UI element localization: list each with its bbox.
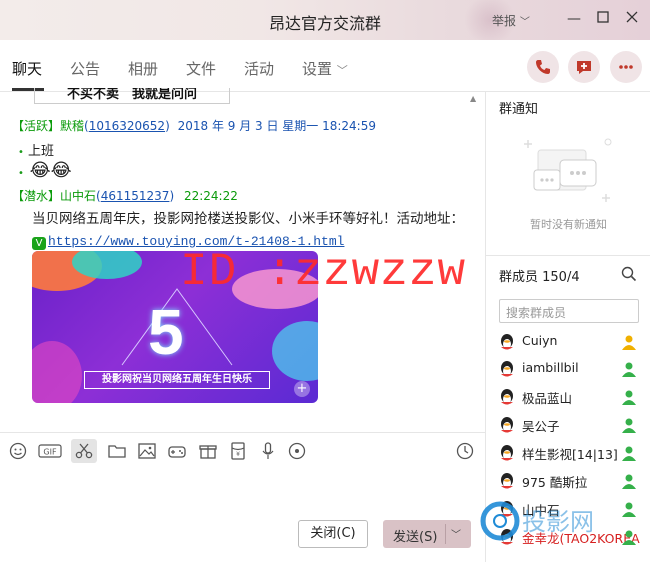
send-button[interactable]: 发送(S) ﹀ (383, 520, 471, 548)
sender-name[interactable]: 山中石 (60, 189, 96, 203)
member-badge: 【活跃】 (12, 119, 61, 133)
svg-text:投影网: 投影网 (522, 508, 594, 536)
tab-activity[interactable]: 活动 (244, 58, 274, 79)
scroll-up-arrow-icon[interactable]: ▲ (470, 94, 476, 103)
report-button[interactable]: 举报 ﹀ (492, 12, 530, 29)
empty-notice-text: 暂时没有新通知 (530, 218, 607, 231)
message-time: 22:24:22 (183, 189, 238, 203)
chevron-down-icon[interactable]: ﹀ (451, 526, 461, 541)
microphone-icon[interactable] (258, 441, 278, 461)
voice-icon[interactable] (287, 441, 307, 461)
message-emoji-line: • 😂😂 (18, 160, 72, 181)
gif-icon[interactable]: GIF (38, 441, 62, 461)
anniversary-number: 5 (148, 296, 184, 368)
tab-settings[interactable]: 设置 ﹀ (302, 58, 348, 79)
message-header: 【潜水】山中石(461151237) 22:24:22 (12, 189, 238, 203)
sender-qq[interactable]: 461151237 (101, 189, 170, 203)
message-header: 【活跃】默稽(1016320652) 2018 年 9 月 3 日 星期一 18… (12, 119, 376, 133)
member-badge-icon (622, 446, 636, 461)
member-row[interactable]: 样生影视[14|13] (498, 442, 638, 464)
qq-penguin-avatar-icon (501, 473, 513, 489)
verified-link-icon: V (32, 237, 46, 250)
more-button[interactable] (610, 51, 642, 83)
minimize-icon[interactable]: — (565, 10, 583, 28)
member-badge-icon (622, 418, 636, 433)
svg-text:¥: ¥ (236, 451, 240, 458)
red-packet-icon[interactable]: ¥ (228, 441, 248, 461)
add-app-button[interactable] (568, 51, 600, 83)
member-name: 样生影视[14|13] (522, 447, 618, 462)
member-name: 极品蓝山 (522, 391, 573, 406)
qq-penguin-avatar-icon (501, 417, 513, 433)
member-badge: 【潜水】 (12, 189, 61, 203)
id-watermark: ID :zzwzzw (180, 246, 467, 298)
member-name: iambillbil (522, 360, 579, 375)
member-name: 975 酷斯拉 (522, 475, 588, 490)
gift-icon[interactable] (198, 441, 218, 461)
touying-logo-watermark: 投影网 (480, 501, 594, 541)
more-dots-icon (619, 65, 633, 69)
member-badge-icon (622, 362, 636, 377)
clock-icon[interactable] (455, 441, 475, 461)
members-count-title: 群成员 150/4 (499, 270, 580, 285)
close-icon[interactable] (623, 10, 641, 28)
folder-icon[interactable] (107, 441, 127, 461)
quoted-image-text: 不买不卖 我就是问问 (34, 88, 230, 104)
window-title: 昂达官方交流群 (268, 14, 381, 33)
member-row[interactable]: iambillbil (498, 358, 638, 380)
maximize-icon[interactable] (594, 10, 612, 28)
qq-penguin-avatar-icon (501, 334, 513, 350)
scissors-icon[interactable] (71, 439, 97, 463)
divider (486, 255, 650, 256)
sender-qq[interactable]: 1016320652 (89, 119, 165, 133)
owner-badge-icon (622, 335, 636, 350)
empty-notice-illustration (524, 138, 612, 202)
tab-album[interactable]: 相册 (128, 58, 158, 79)
qq-penguin-avatar-icon (501, 361, 513, 377)
search-icon[interactable] (621, 266, 637, 286)
member-badge-icon (622, 390, 636, 405)
title-bar: 昂达官方交流群 举报 ﹀ — (0, 0, 650, 40)
member-badge-icon (622, 474, 636, 489)
phone-call-button[interactable] (527, 51, 559, 83)
member-row[interactable]: 975 酷斯拉 (498, 470, 638, 492)
message-time: 2018 年 9 月 3 日 星期一 18:24:59 (177, 119, 376, 133)
qq-penguin-avatar-icon (501, 389, 513, 405)
smiley-icon[interactable] (8, 441, 28, 461)
image-caption: 投影网祝当贝网络五周年生日快乐 (84, 371, 270, 389)
member-row[interactable]: 吴公子 (498, 414, 638, 436)
group-notice-title: 群通知 (499, 102, 539, 117)
member-name: 吴公子 (522, 419, 560, 434)
svg-text:GIF: GIF (43, 448, 57, 457)
message-input[interactable] (0, 470, 485, 562)
member-row[interactable]: 极品蓝山 (498, 386, 638, 408)
tab-chat[interactable]: 聊天 (12, 58, 42, 79)
tab-files[interactable]: 文件 (186, 58, 216, 79)
close-button[interactable]: 关闭(C) (298, 520, 368, 548)
image-icon[interactable] (137, 441, 157, 461)
message-line: • 上班 (18, 144, 55, 159)
member-name: Cuiyn (522, 333, 558, 348)
member-search-input[interactable]: 搜索群成员 (499, 299, 639, 323)
image-expand-icon[interactable]: + (294, 381, 310, 397)
tab-announcement[interactable]: 公告 (70, 58, 100, 79)
gamepad-icon[interactable] (167, 441, 187, 461)
member-row[interactable]: Cuiyn (498, 331, 638, 353)
sender-name[interactable]: 默稽 (60, 119, 84, 133)
input-toolbar: GIF ¥ (0, 432, 485, 470)
qq-penguin-avatar-icon (501, 445, 513, 461)
chat-plus-icon (577, 61, 591, 74)
phone-icon (536, 60, 550, 74)
